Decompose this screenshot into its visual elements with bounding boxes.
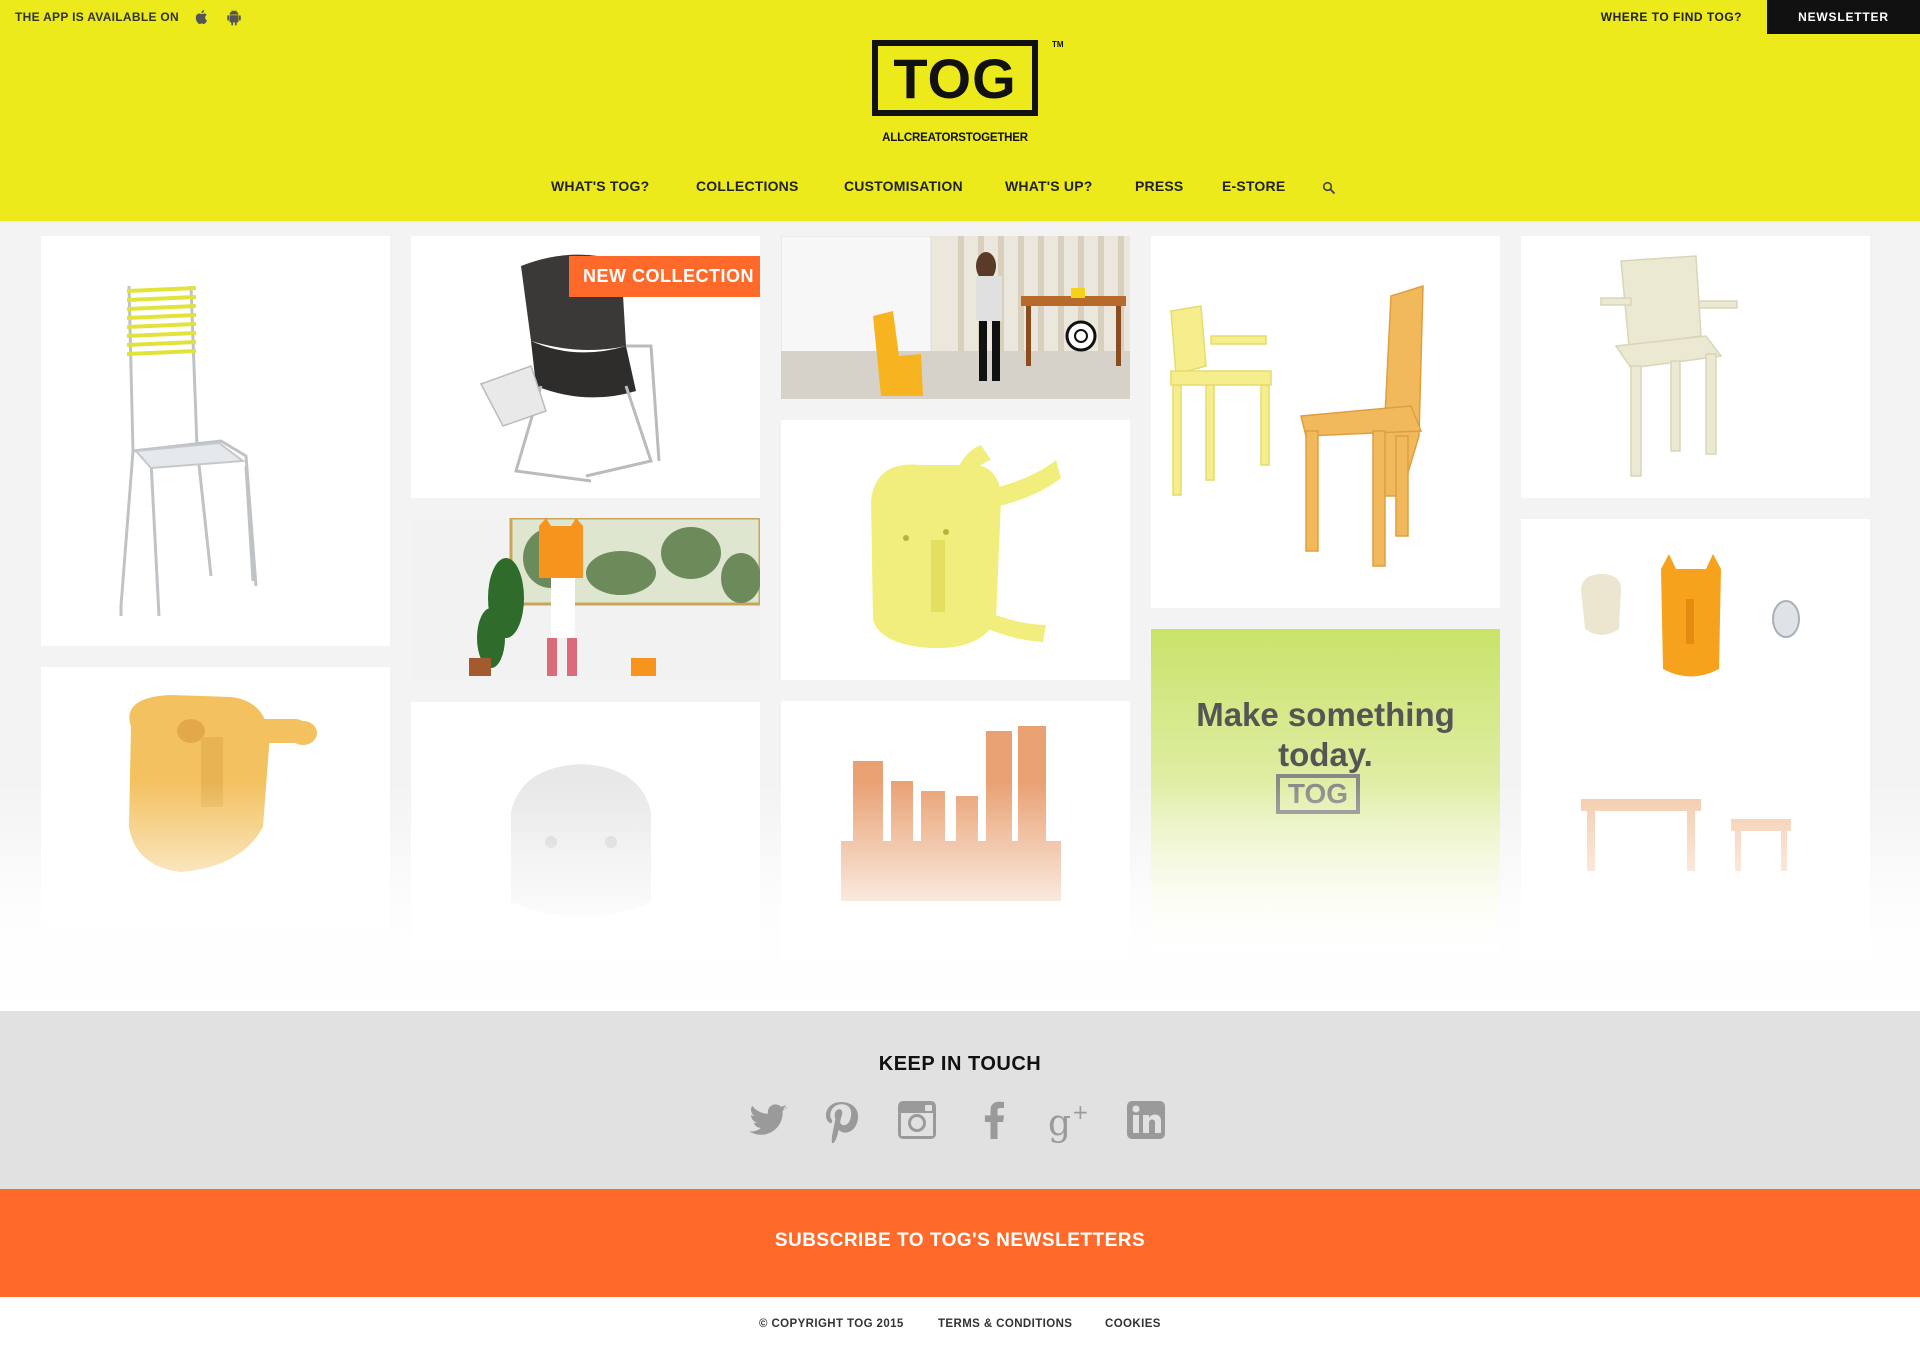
nav-item-collections[interactable]: COLLECTIONS [696, 178, 799, 194]
grid-fade-overlay [0, 781, 1920, 1011]
product-card[interactable] [781, 236, 1130, 399]
main-nav: WHAT'S TOG? COLLECTIONS CUSTOMISATION WH… [0, 178, 1920, 200]
subscribe-banner[interactable]: SUBSCRIBE TO TOG'S NEWSLETTERS [0, 1189, 1920, 1297]
product-image-woman-chair-photo [781, 236, 1130, 399]
app-availability-text: THE APP IS AVAILABLE ON [15, 10, 180, 24]
product-card[interactable] [1151, 236, 1500, 608]
copyright-text: © COPYRIGHT TOG 2015 [759, 1318, 904, 1330]
product-image-clear-chair [119, 285, 258, 617]
product-image-cream-chair [1600, 255, 1738, 477]
product-card[interactable] [411, 518, 760, 681]
promo-line-2: today. [1278, 736, 1373, 773]
instagram-icon[interactable] [894, 1097, 940, 1143]
subscribe-label[interactable]: SUBSCRIBE TO TOG'S NEWSLETTERS [0, 1230, 1920, 1252]
where-to-find-link[interactable]: WHERE TO FIND TOG? [1601, 10, 1742, 24]
promo-line-1: Make something [1196, 696, 1455, 733]
svg-text:+: + [1072, 1100, 1089, 1124]
facebook-icon[interactable] [972, 1097, 1018, 1143]
pinterest-icon[interactable] [818, 1097, 864, 1143]
keep-in-touch-title: KEEP IN TOUCH [878, 1053, 1042, 1075]
app-availability: THE APP IS AVAILABLE ON [15, 7, 243, 27]
nav-item-press[interactable]: PRESS [1135, 178, 1183, 194]
logo-wordmark: TOG [872, 40, 1038, 116]
tog-logo[interactable]: TOG TM ALLCREATORSTOGETHER [872, 40, 1064, 144]
svg-text:g: g [1048, 1103, 1071, 1143]
cookies-link[interactable]: COOKIES [1105, 1318, 1161, 1330]
terms-link[interactable]: TERMS & CONDITIONS [938, 1318, 1072, 1330]
promo-headline: Make something today. [1151, 695, 1500, 775]
nav-item-e-store[interactable]: E-STORE [1222, 178, 1285, 194]
android-icon[interactable] [225, 8, 243, 26]
search-icon[interactable] [1322, 181, 1336, 195]
apple-icon[interactable] [193, 8, 211, 26]
product-image-yellow-hook [871, 445, 1061, 649]
nav-item-whats-tog[interactable]: WHAT'S TOG? [551, 178, 649, 194]
newsletter-button[interactable]: NEWSLETTER [1767, 0, 1920, 34]
nav-item-whats-up[interactable]: WHAT'S UP? [1005, 178, 1093, 194]
product-image-kid-mask-photo [411, 518, 760, 681]
product-card[interactable] [781, 420, 1130, 680]
product-image-yellow-chairs [1170, 284, 1424, 567]
new-collection-badge[interactable]: NEW COLLECTION [569, 256, 760, 297]
logo-trademark: TM [1052, 40, 1064, 49]
nav-item-customisation[interactable]: CUSTOMISATION [844, 178, 963, 194]
product-card[interactable] [41, 236, 390, 646]
logo-tagline: ALLCREATORSTOGETHER [882, 132, 1028, 144]
product-card[interactable]: NEW COLLECTION [411, 236, 760, 498]
keep-in-touch-section: KEEP IN TOUCH g + [0, 1011, 1920, 1189]
site-header: THE APP IS AVAILABLE ON WHERE TO FIND TO… [0, 0, 1920, 221]
product-card[interactable] [1521, 236, 1870, 498]
product-grid: NEW COLLECTION Make something today. [0, 221, 1920, 1011]
twitter-icon[interactable] [745, 1097, 791, 1143]
site-footer: © COPYRIGHT TOG 2015 TERMS & CONDITIONS … [0, 1297, 1920, 1349]
linkedin-icon[interactable] [1123, 1097, 1169, 1143]
google-plus-icon[interactable]: g + [1046, 1097, 1092, 1143]
